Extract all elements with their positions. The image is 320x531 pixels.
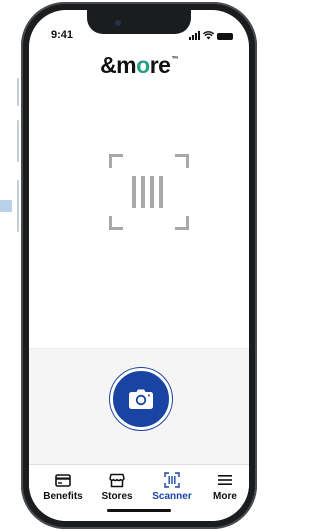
status-icons (189, 31, 233, 40)
silent-switch (17, 78, 19, 106)
screenshot-stage: 9:41 &more™ Benefits Stores Scanner More (0, 0, 258, 531)
volume-up-button (17, 120, 19, 162)
side-edge-marker (0, 200, 12, 212)
barcode-viewfinder-icon (109, 154, 189, 230)
front-camera (115, 20, 121, 26)
tab-more-label: More (213, 491, 237, 502)
viewfinder-corner-bottom-left (109, 216, 123, 230)
barcode-bars (132, 176, 163, 208)
tab-stores-label: Stores (101, 491, 133, 502)
tab-scanner-label: Scanner (152, 491, 192, 502)
viewfinder-corner-bottom-right (175, 216, 189, 230)
app-screen: 9:41 &more™ Benefits Stores Scanner More (29, 10, 249, 521)
wifi-icon (203, 31, 214, 40)
notch (87, 10, 191, 34)
viewfinder-corner-top-right (175, 154, 189, 168)
logo-prefix: &m (100, 52, 137, 78)
card-icon (55, 473, 71, 487)
phone-frame: 9:41 &more™ Benefits Stores Scanner More (21, 2, 257, 529)
camera-button[interactable] (110, 368, 172, 430)
tab-benefits-label: Benefits (43, 491, 83, 502)
volume-down-button (17, 180, 19, 232)
barcode-scan-icon (164, 472, 180, 488)
camera-icon (129, 389, 153, 409)
tab-stores[interactable]: Stores (91, 471, 143, 502)
viewfinder-corner-top-left (109, 154, 123, 168)
status-time: 9:41 (51, 29, 74, 41)
bottom-tab-bar: Benefits Stores Scanner More (29, 464, 249, 521)
brand-logo: &more™ (29, 52, 249, 79)
signal-icon (189, 31, 200, 40)
logo-accent-letter: o (136, 52, 150, 78)
tab-scanner[interactable]: Scanner (146, 471, 198, 502)
store-icon (109, 473, 125, 487)
home-indicator (107, 509, 171, 512)
tab-benefits[interactable]: Benefits (37, 471, 89, 502)
battery-icon (217, 33, 233, 40)
tab-more[interactable]: More (199, 471, 249, 502)
trademark-mark: ™ (171, 56, 178, 63)
logo-suffix: re (149, 52, 171, 78)
menu-icon (218, 475, 232, 485)
